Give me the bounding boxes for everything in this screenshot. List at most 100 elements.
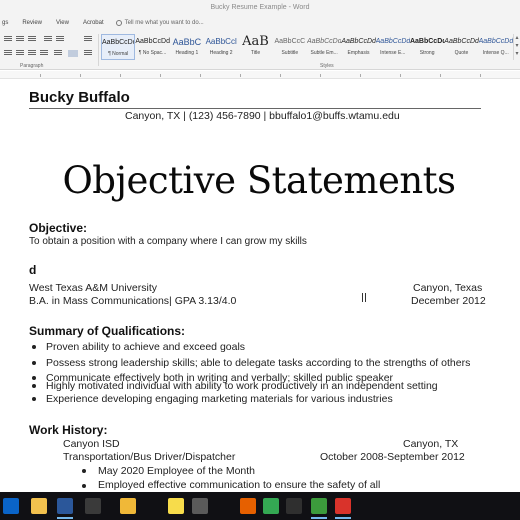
objective-text: To obtain a position with a company wher…	[29, 236, 307, 247]
tab-review[interactable]: Review	[22, 20, 42, 26]
bullets-icon[interactable]	[4, 36, 12, 42]
name-divider	[29, 108, 481, 109]
align-left-icon[interactable]	[4, 50, 12, 56]
shading-icon[interactable]	[68, 50, 78, 57]
style-preview: AaB	[242, 34, 269, 49]
sort-icon[interactable]	[70, 36, 78, 42]
chrome-icon[interactable]	[263, 498, 279, 514]
style-name: Subtle Em...	[310, 50, 338, 56]
style-preview: AaBbCcDd	[341, 38, 376, 45]
align-center-icon[interactable]	[16, 50, 24, 56]
job-bullet-item: Employed effective communication to ensu…	[98, 479, 381, 491]
graduation-date: December 2012	[411, 295, 486, 307]
multilevel-list-icon[interactable]	[28, 36, 36, 42]
tab-design[interactable]: gs	[2, 20, 8, 26]
employer-name: Canyon ISD	[63, 438, 120, 450]
degree-line: B.A. in Mass Communications| GPA 3.13/4.…	[29, 295, 237, 307]
recorder-icon[interactable]	[335, 498, 351, 514]
more-icon[interactable]: ▾	[514, 50, 520, 58]
style-no-spacing[interactable]: AaBbCcDd ¶ No Spac...	[135, 34, 169, 60]
style-preview: AaBbCcC	[274, 38, 306, 45]
active-app-indicator	[335, 517, 351, 519]
style-preview: AaBbCcDd	[444, 38, 479, 45]
style-subtle-emphasis[interactable]: AaBbCcDd Subtle Em...	[307, 34, 341, 60]
chevron-down-icon[interactable]: ▾	[514, 42, 520, 50]
styles-scroll[interactable]: ▴ ▾ ▾	[513, 34, 520, 60]
increase-indent-icon[interactable]	[56, 36, 64, 42]
qualification-item: Possess strong leadership skills; able t…	[46, 357, 471, 369]
style-preview: AaBbCcDd	[409, 38, 445, 45]
settings-icon[interactable]	[286, 498, 302, 514]
style-name: Intense Q...	[482, 50, 509, 56]
numbering-icon[interactable]	[16, 36, 24, 42]
decrease-indent-icon[interactable]	[44, 36, 52, 42]
bullet	[32, 361, 36, 365]
objective-heading: Objective:	[29, 221, 88, 235]
i-beam-cursor-icon	[362, 293, 366, 302]
style-name: Heading 1	[175, 50, 199, 56]
justify-icon[interactable]	[40, 50, 48, 56]
style-name: Strong	[419, 50, 435, 56]
align-right-icon[interactable]	[28, 50, 36, 56]
style-preview: AaBbCcDd	[375, 38, 410, 45]
outlook-icon[interactable]	[3, 498, 19, 514]
calculator-icon[interactable]	[192, 498, 208, 514]
style-name: Title	[250, 50, 261, 56]
contact-line: Canyon, TX | (123) 456-7890 | bbuffalo1@…	[125, 110, 400, 122]
chevron-up-icon[interactable]: ▴	[514, 34, 520, 42]
paragraph-group-label: Paragraph	[20, 63, 44, 69]
style-name: Subtitle	[281, 50, 299, 56]
horizontal-ruler[interactable]	[0, 71, 520, 79]
job-title: Transportation/Bus Driver/Dispatcher	[63, 451, 236, 463]
style-title[interactable]: AaB Title	[238, 34, 272, 60]
file-explorer-icon[interactable]	[31, 498, 47, 514]
qualification-item: Proven ability to achieve and exceed goa…	[46, 341, 246, 353]
firefox-icon[interactable]	[240, 498, 256, 514]
window-title: Bucky Resume Example - Word	[0, 0, 520, 16]
file-explorer-2-icon[interactable]	[120, 498, 136, 514]
style-name: Quote	[454, 50, 469, 56]
style-name: Intense E...	[380, 50, 406, 56]
line-spacing-icon[interactable]	[54, 50, 62, 56]
sticky-notes-icon[interactable]	[168, 498, 184, 514]
ribbon-tabs: gs Review View Acrobat Tell me what you …	[0, 16, 520, 30]
tell-me-box[interactable]: Tell me what you want to do...	[115, 20, 204, 26]
style-strong[interactable]: AaBbCcDd Strong	[410, 34, 444, 60]
style-subtitle[interactable]: AaBbCcC Subtitle	[273, 34, 307, 60]
work-history-heading: Work History:	[29, 423, 108, 437]
borders-icon[interactable]	[84, 50, 92, 56]
bullet	[32, 376, 36, 380]
show-marks-icon[interactable]	[84, 36, 92, 42]
university-location: Canyon, Texas	[413, 282, 483, 294]
styles-group-label: Styles	[320, 63, 334, 69]
style-quote[interactable]: AaBbCcDd Quote	[444, 34, 478, 60]
style-name: ¶ No Spac...	[138, 50, 167, 56]
university-name: West Texas A&M University	[29, 282, 157, 294]
style-name: Heading 2	[209, 50, 233, 56]
qualification-item: Experience developing engaging marketing…	[46, 393, 393, 405]
style-intense-quote[interactable]: AaBbCcDd Intense Q...	[479, 34, 513, 60]
resume-name: Bucky Buffalo	[29, 89, 130, 106]
style-heading-2[interactable]: AaBbCcl Heading 2	[204, 34, 238, 60]
style-heading-1[interactable]: AaBbC Heading 1	[170, 34, 204, 60]
bullet	[32, 345, 36, 349]
style-normal[interactable]: AaBbCcDd ¶ Normal	[101, 34, 136, 60]
paragraph-group	[0, 34, 98, 62]
group-divider	[98, 34, 99, 66]
style-emphasis[interactable]: AaBbCcDd Emphasis	[341, 34, 375, 60]
job-dates: October 2008-September 2012	[320, 451, 465, 463]
bullet	[32, 397, 36, 401]
style-preview: AaBbC	[172, 37, 202, 47]
tab-acrobat[interactable]: Acrobat	[83, 20, 104, 26]
word-icon[interactable]	[57, 498, 73, 514]
tab-view[interactable]: View	[56, 20, 69, 26]
style-intense-emphasis[interactable]: AaBbCcDd Intense E...	[376, 34, 410, 60]
ribbon: Paragraph AaBbCcDd ¶ Normal AaBbCcDd ¶ N…	[0, 30, 520, 70]
employer-location: Canyon, TX	[403, 438, 459, 450]
style-preview: AaBbCcl	[205, 37, 237, 46]
bullet	[82, 484, 86, 488]
task-view-icon[interactable]	[85, 498, 101, 514]
camtasia-icon[interactable]	[311, 498, 327, 514]
education-heading-fragment: d	[29, 263, 37, 277]
active-app-indicator	[311, 517, 327, 519]
